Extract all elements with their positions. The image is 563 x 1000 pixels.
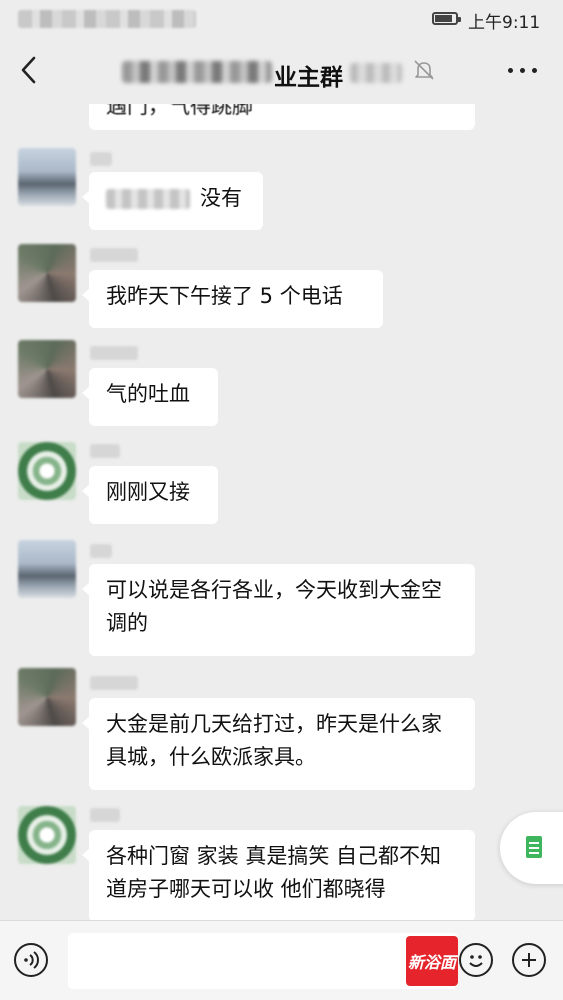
avatar[interactable] (18, 442, 76, 500)
status-bar: 上午9:11 (0, 0, 563, 38)
avatar[interactable] (18, 668, 76, 726)
avatar[interactable] (18, 244, 76, 302)
message-bubble[interactable]: 我昨天下午接了 5 个电话 (82, 270, 383, 328)
input-bar (0, 920, 563, 1000)
message-input[interactable] (68, 933, 458, 989)
message-bubble[interactable]: 各种门窗 家装 真是搞笑 自己都不知道房子哪天可以收 他们都晓得 (82, 830, 475, 920)
battery-icon (432, 12, 461, 25)
emoji-button[interactable] (459, 943, 493, 977)
document-icon (526, 836, 542, 858)
message-bubble[interactable]: 没有 (82, 172, 263, 230)
floating-document-button[interactable] (500, 812, 563, 884)
message-text: 气的吐血 (106, 382, 190, 406)
status-icons-blurred (18, 10, 196, 28)
emoji-icon (469, 955, 483, 967)
nav-bar: 业主群 (0, 38, 563, 104)
message-text: 刚刚又接 (106, 480, 190, 504)
avatar[interactable] (18, 540, 76, 598)
voice-button[interactable] (14, 943, 48, 977)
more-icon-dot (532, 68, 537, 73)
avatar[interactable] (18, 806, 76, 864)
more-icon-dot (520, 68, 525, 73)
message-text: 遇门，气得跳脚 (106, 104, 253, 118)
plus-icon (522, 953, 536, 967)
sender-name (90, 152, 112, 166)
message-text: 没有 (200, 186, 242, 210)
message-text: 可以说是各行各业，今天收到大金空调的 (106, 578, 442, 635)
title-blurred-suffix (350, 63, 402, 83)
back-button[interactable] (14, 52, 48, 88)
sender-name (90, 444, 120, 458)
chat-title-text: 业主群 (274, 65, 343, 91)
watermark-logo: 新浴面 (406, 936, 458, 986)
message-text: 各种门窗 家装 真是搞笑 自己都不知道房子哪天可以收 他们都晓得 (106, 844, 442, 901)
message-text: 大金是前几天给打过，昨天是什么家具城，什么欧派家具。 (106, 712, 442, 769)
message-bubble[interactable]: 刚刚又接 (82, 466, 218, 524)
sender-name (90, 346, 138, 360)
message-bubble[interactable]: 气的吐血 (82, 368, 218, 426)
sender-name (90, 248, 138, 262)
avatar[interactable] (18, 148, 76, 206)
more-icon (508, 68, 513, 73)
message-bubble[interactable]: 大金是前几天给打过，昨天是什么家具城，什么欧派家具。 (82, 698, 475, 790)
mute-bell-icon (412, 58, 436, 82)
back-icon (21, 56, 36, 84)
message-bubble[interactable]: 遇门，气得跳脚 (89, 104, 475, 130)
plus-button[interactable] (512, 943, 546, 977)
voice-icon (24, 951, 39, 969)
more-button[interactable] (508, 68, 538, 76)
status-time: 上午9:11 (468, 13, 541, 33)
sender-name (90, 808, 120, 822)
message-text: 我昨天下午接了 5 个电话 (106, 284, 343, 308)
message-bubble[interactable]: 可以说是各行各业，今天收到大金空调的 (82, 564, 475, 656)
title-blurred-part (122, 61, 272, 83)
sender-name (90, 544, 112, 558)
sender-name (90, 676, 138, 690)
mention-blurred (106, 189, 190, 209)
chat-message-list[interactable]: 遇门，气得跳脚 没有 我昨天下午接了 5 个电话 气的吐血 刚刚又接 可以说是各… (0, 104, 563, 920)
avatar[interactable] (18, 340, 76, 398)
